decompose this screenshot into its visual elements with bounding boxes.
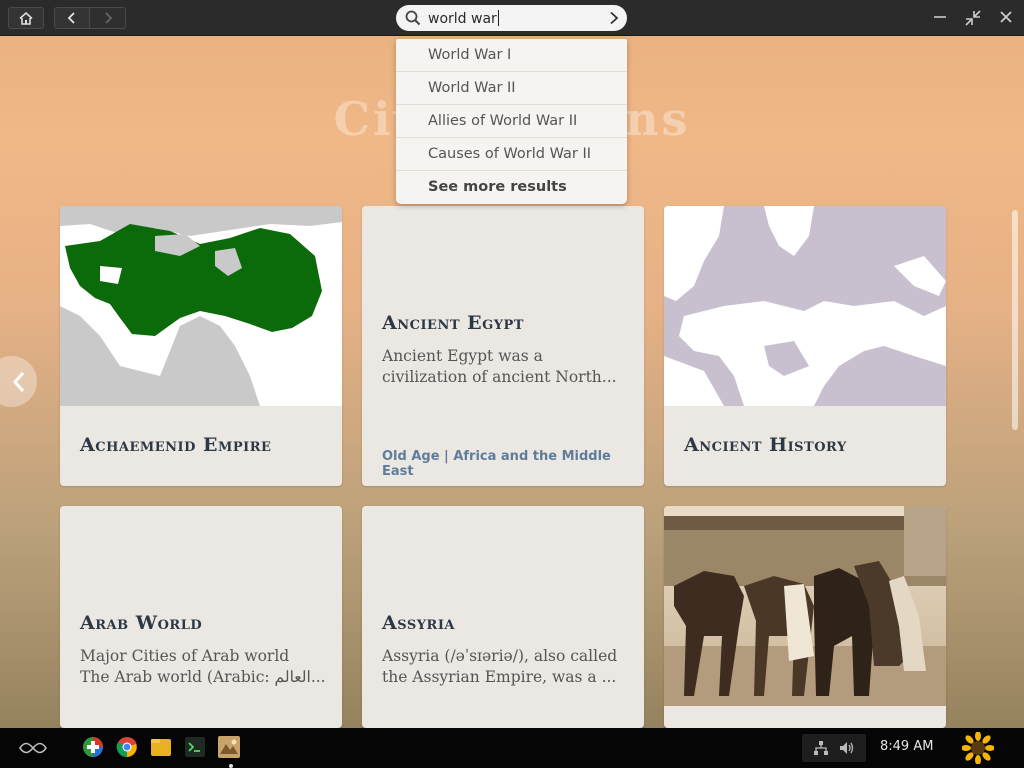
scrollbar[interactable] <box>1008 206 1022 726</box>
home-icon <box>19 11 33 25</box>
back-button[interactable] <box>54 7 90 29</box>
endless-menu-button[interactable] <box>0 728 66 768</box>
endless-logo-icon <box>19 742 47 754</box>
network-icon[interactable] <box>813 740 829 756</box>
search-go-icon[interactable] <box>609 11 619 25</box>
card-title: Ancient History <box>684 434 847 456</box>
sunflower-avatar-icon <box>961 731 995 765</box>
suggestion-item[interactable]: World War II <box>396 72 627 105</box>
suggestion-item[interactable]: World War I <box>396 39 627 72</box>
clock[interactable]: 8:49 AM <box>880 739 933 754</box>
system-tray <box>802 734 866 762</box>
window-controls <box>932 9 1014 27</box>
card-description: Major Cities of Arab world The Arab worl… <box>80 647 326 686</box>
previous-page-button[interactable] <box>0 356 37 407</box>
close-icon[interactable] <box>998 9 1014 25</box>
minimize-icon[interactable] <box>932 9 948 25</box>
taskbar: 8:49 AM <box>0 728 1024 768</box>
card-title: Arab World <box>80 612 203 634</box>
terminal-icon[interactable] <box>184 736 206 758</box>
article-card-ancient-history[interactable]: Ancient History <box>664 206 946 486</box>
user-avatar[interactable] <box>961 731 995 765</box>
nav-group <box>8 7 126 29</box>
suggestion-item[interactable]: Causes of World War II <box>396 138 627 171</box>
volume-icon[interactable] <box>838 740 856 756</box>
app-store-icon[interactable] <box>82 736 104 758</box>
card-description: Ancient Egypt was a civilization of anci… <box>382 347 617 386</box>
map-image <box>664 206 946 406</box>
suggestion-item[interactable]: Allies of World War II <box>396 105 627 138</box>
card-description: Assyria (/əˈsɪəriə/), also called the As… <box>382 647 618 686</box>
chevron-left-icon <box>12 371 24 392</box>
see-more-results[interactable]: See more results <box>396 171 627 204</box>
article-card-assyria[interactable]: Assyria Assyria (/əˈsɪəriə/), also calle… <box>362 506 644 728</box>
search-icon <box>405 10 421 26</box>
photo-image <box>664 506 946 706</box>
card-title: Ancient Egypt <box>382 312 524 334</box>
chevron-left-icon <box>67 12 75 24</box>
taskbar-apps <box>82 736 240 758</box>
active-app-indicator <box>229 764 233 768</box>
chrome-icon[interactable] <box>116 736 138 758</box>
search-suggestions: World War I World War II Allies of World… <box>396 39 627 204</box>
files-icon[interactable] <box>150 736 172 758</box>
card-title: Achaemenid Empire <box>80 434 272 456</box>
chevron-right-icon <box>104 12 112 24</box>
article-card-photo[interactable] <box>664 506 946 728</box>
scrollbar-thumb[interactable] <box>1012 210 1018 430</box>
forward-button[interactable] <box>90 7 126 29</box>
article-card-arab-world[interactable]: Arab World Major Cities of Arab world Th… <box>60 506 342 728</box>
encyclopedia-icon[interactable] <box>218 736 240 758</box>
article-card-ancient-egypt[interactable]: Ancient Egypt Ancient Egypt was a civili… <box>362 206 644 486</box>
card-title: Assyria <box>382 612 455 634</box>
article-card-achaemenid[interactable]: Achaemenid Empire <box>60 206 342 486</box>
card-category-link[interactable]: Old Age | Africa and the Middle East <box>382 449 644 479</box>
map-image <box>60 206 342 406</box>
unmaximize-icon[interactable] <box>964 9 982 27</box>
search-input[interactable]: world war <box>428 9 499 27</box>
top-bar: world war <box>0 0 1024 36</box>
search-bar[interactable]: world war <box>396 5 627 31</box>
home-button[interactable] <box>8 7 44 29</box>
